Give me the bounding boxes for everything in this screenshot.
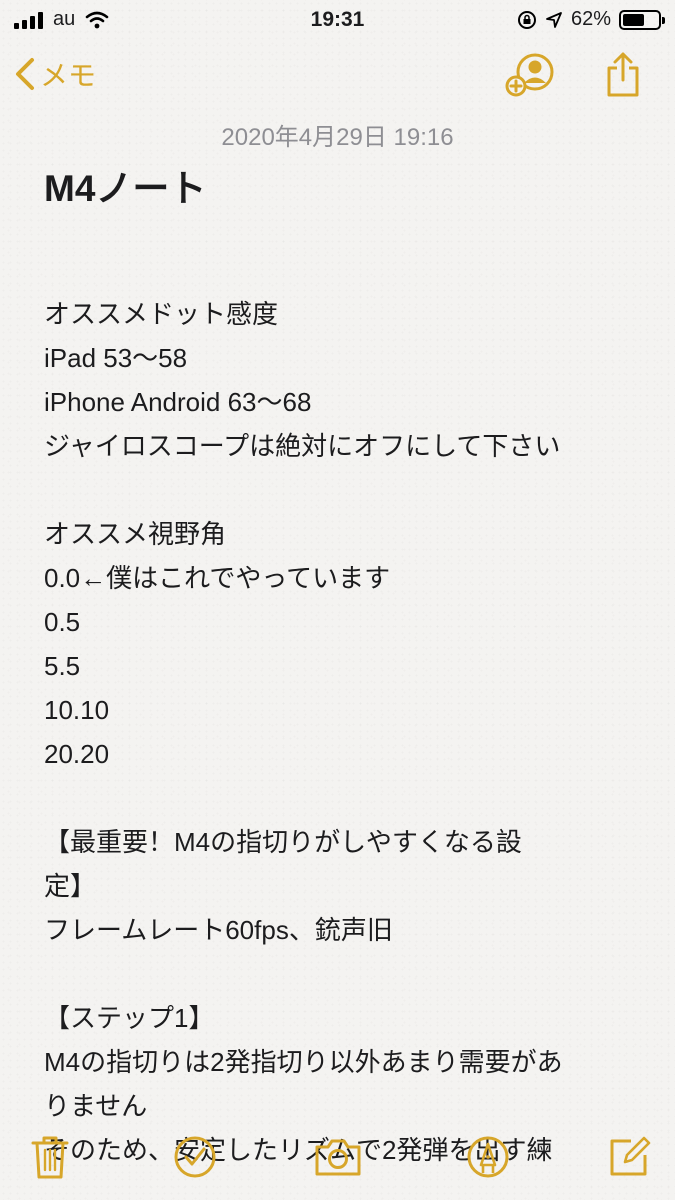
note-line[interactable] xyxy=(44,468,644,512)
navigation-bar: メモ xyxy=(0,48,675,104)
share-icon xyxy=(607,52,639,97)
camera-button[interactable] xyxy=(313,1132,363,1182)
note-line[interactable] xyxy=(44,248,644,292)
note-line[interactable]: 20.20 xyxy=(44,732,644,776)
location-arrow-icon xyxy=(546,11,562,28)
note-line[interactable]: 【ステップ1】 xyxy=(44,996,644,1040)
note-content[interactable]: オススメドット感度 iPad 53〜58 iPhone Android 63〜68 ジ… xyxy=(44,248,644,1192)
note-title[interactable]: M4ノート xyxy=(44,160,644,218)
back-button-label: メモ xyxy=(40,60,97,91)
note-line[interactable]: 10.10 xyxy=(44,688,644,732)
bottom-toolbar xyxy=(0,1122,675,1200)
trash-icon xyxy=(31,1136,69,1179)
checklist-button[interactable] xyxy=(170,1132,220,1182)
share-button[interactable] xyxy=(604,50,642,103)
battery-level xyxy=(623,13,645,26)
note-line[interactable]: 定】 xyxy=(44,864,644,908)
note-line[interactable]: ジャイロスコープは絶対にオフにして下さい xyxy=(44,424,644,468)
note-line[interactable] xyxy=(44,952,644,996)
add-person-icon xyxy=(505,53,554,97)
add-person-button[interactable] xyxy=(505,52,557,103)
note-line[interactable]: 【最重要！M4の指切りがしやすくなる設 xyxy=(44,820,644,864)
note-date: 2020年4月29日 19:16 xyxy=(221,124,454,151)
camera-icon xyxy=(315,1139,361,1176)
delete-button[interactable] xyxy=(25,1132,75,1182)
back-button[interactable]: メモ xyxy=(14,54,96,94)
battery-icon xyxy=(619,9,665,30)
note-line[interactable]: オススメドット感度 xyxy=(44,292,644,336)
checkmark-circle-icon xyxy=(174,1136,216,1178)
note-line[interactable] xyxy=(44,776,644,820)
markup-pen-icon xyxy=(467,1136,509,1178)
note-line[interactable]: M4の指切りは2発指切り以外あまり需要があ xyxy=(44,1040,644,1084)
rotation-lock-icon xyxy=(517,10,536,29)
battery-percentage: 62% xyxy=(570,8,611,30)
note-line[interactable]: フレームレート60fps、銃声旧 xyxy=(44,908,644,952)
note-line[interactable]: 0.0←僕はこれでやっています xyxy=(44,556,644,600)
compose-icon xyxy=(610,1136,651,1176)
note-line[interactable]: iPhone Android 63〜68 xyxy=(44,380,644,424)
note-body[interactable]: M4ノート オススメドット感度 iPad 53〜58 iPhone Android … xyxy=(44,160,644,1192)
note-line[interactable]: iPad 53〜58 xyxy=(44,336,644,380)
markup-button[interactable] xyxy=(463,1132,513,1182)
note-line[interactable]: オススメ視野角 xyxy=(44,512,644,556)
note-line[interactable]: 5.5 xyxy=(44,644,644,688)
chevron-left-icon xyxy=(16,58,34,90)
note-line[interactable]: 0.5 xyxy=(44,600,644,644)
compose-button[interactable] xyxy=(604,1132,654,1182)
status-bar: au 19:31 62% xyxy=(0,0,675,40)
